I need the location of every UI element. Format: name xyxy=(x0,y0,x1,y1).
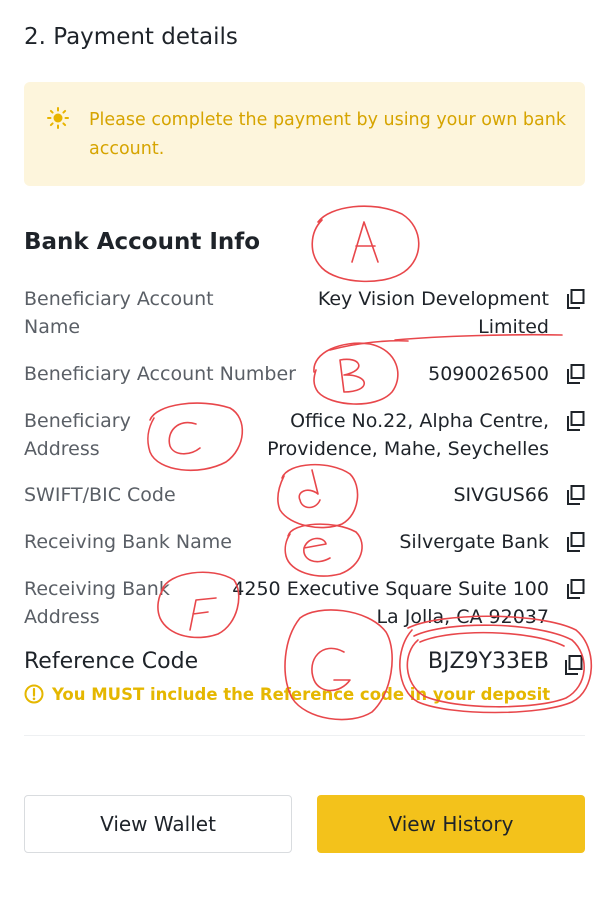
annotation-circle-f xyxy=(157,571,240,639)
annotation-circle-d xyxy=(277,463,359,529)
annotation-circle-g xyxy=(284,609,393,721)
annotation-underline xyxy=(394,333,563,341)
annotation-circle-b xyxy=(313,342,399,405)
annotation-circle-a xyxy=(311,205,420,283)
annotation-circle-c xyxy=(147,402,244,472)
annotation-circle-e xyxy=(284,523,363,577)
handwritten-annotations xyxy=(147,205,593,721)
